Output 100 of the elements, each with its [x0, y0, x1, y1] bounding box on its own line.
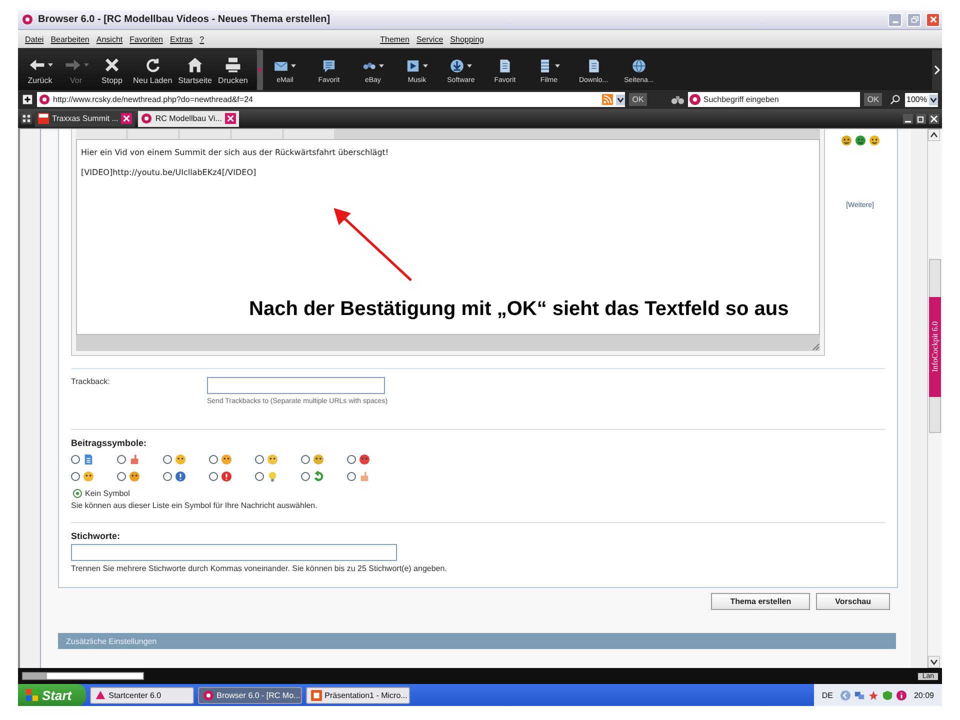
site-icon — [39, 94, 50, 105]
tags-hint: Trennen Sie mehrere Stichworte durch Kommas voneinander. Sie können bis zu 25 Stichwort(e) angeben. — [71, 564, 448, 573]
resize-grip-icon[interactable] — [810, 341, 820, 351]
radio-button[interactable] — [347, 455, 356, 464]
close-icon[interactable] — [929, 114, 939, 124]
smiley-icon[interactable] — [854, 135, 866, 146]
language-indicator[interactable]: DE — [822, 690, 833, 700]
menu-item[interactable]: Ansicht — [96, 34, 123, 44]
radio-button[interactable] — [117, 472, 126, 481]
sidebar-icon[interactable] — [22, 94, 33, 105]
address-field[interactable]: http://www.rcsky.de/newthread.php?do=newthread&f=24 — [37, 92, 626, 107]
close-icon — [928, 15, 938, 24]
binoculars-icon — [670, 94, 684, 105]
window-title: Browser 6.0 - [RC Modellbau Videos - Neues Thema erstellen] — [38, 14, 330, 25]
side-panel-tab[interactable]: InfoCockpit 6.0 — [929, 297, 941, 397]
smiley-icon[interactable] — [840, 135, 852, 146]
zoom-select[interactable]: 100% — [904, 92, 938, 106]
tags-field[interactable] — [71, 544, 397, 561]
menu-item[interactable]: Favoriten — [130, 34, 163, 44]
restore-icon[interactable] — [916, 114, 926, 124]
toolbar-button[interactable]: Neu Laden — [130, 48, 176, 90]
windows-logo-icon — [26, 689, 38, 701]
scroll-up-icon[interactable] — [928, 129, 940, 141]
scroll-right-icon[interactable] — [932, 50, 942, 90]
message-text: [VIDEO]http://youtu.be/UIcllabEKz4[/VIDEO] — [81, 168, 258, 177]
menu-item[interactable]: Bearbeiten — [50, 34, 90, 44]
radio-button[interactable] — [255, 455, 264, 464]
info-icon[interactable] — [896, 690, 907, 700]
dropdown-icon[interactable] — [616, 94, 626, 106]
video-site-icon — [38, 113, 49, 124]
radio-button[interactable] — [71, 455, 80, 464]
tab-overview-icon[interactable] — [21, 113, 32, 124]
toolbar-button[interactable]: Zurück — [22, 48, 58, 90]
message-field[interactable]: Hier ein Vid von einem Summit der sich aus der Rückwärtsfahrt überschlägt! [VIDEO]http://youtu.be/UIcllabEKz4[/VIDEO] Nach der Bestätigung mit „OK“ sieht das Textfeld so aus — [76, 139, 820, 335]
toolbar-button[interactable]: Startseite — [175, 48, 215, 90]
browser-tab[interactable]: Traxxas Summit ... — [35, 110, 136, 126]
radio-button[interactable] — [347, 472, 356, 481]
radio-button[interactable] — [255, 472, 264, 481]
go-button[interactable]: OK — [629, 93, 647, 106]
smiley-icon[interactable] — [868, 135, 880, 146]
radio-button[interactable] — [71, 472, 80, 481]
radio-button[interactable] — [163, 472, 172, 481]
stop-icon — [103, 56, 121, 74]
post-icons-hint: Sie können aus dieser Liste ein Symbol für Ihre Nachricht auswählen. — [71, 501, 318, 510]
message-text: Hier ein Vid von einem Summit der sich aus der Rückwärtsfahrt überschlägt! — [81, 148, 390, 157]
radio-button[interactable] — [163, 455, 172, 464]
shield-icon[interactable] — [882, 690, 893, 700]
printer-icon — [224, 56, 242, 74]
search-engine-icon[interactable] — [688, 92, 704, 107]
taskbar-button[interactable]: Startcenter 6.0 — [90, 686, 194, 704]
caret-icon — [291, 64, 296, 68]
caret-icon — [84, 62, 88, 66]
radio-button[interactable] — [301, 472, 310, 481]
close-tab-icon[interactable] — [121, 113, 132, 124]
network-icon[interactable] — [854, 690, 865, 700]
radio-button[interactable] — [301, 455, 310, 464]
caret-icon — [379, 64, 384, 68]
annotation-text: Nach der Bestätigung mit „OK“ sieht das Textfeld so aus — [249, 298, 789, 321]
star-icon[interactable] — [868, 690, 879, 700]
taskbar-button[interactable]: Präsentation1 - Micro... — [306, 686, 410, 704]
menu-item[interactable]: Themen — [380, 34, 410, 44]
close-tab-icon[interactable] — [224, 113, 236, 124]
taskbar-button[interactable]: Browser 6.0 - [RC Mo... — [198, 686, 302, 704]
home-icon — [186, 56, 204, 74]
dropdown-icon[interactable] — [929, 94, 938, 106]
search-field[interactable]: Suchbegriff eingeben — [703, 92, 860, 107]
radio-button[interactable] — [117, 455, 126, 464]
globe-icon — [630, 58, 647, 74]
toolbar-button[interactable]: Drucken — [214, 48, 251, 90]
trackback-label: Trackback: — [71, 377, 111, 388]
radio-button[interactable] — [209, 472, 218, 481]
scroll-down-icon[interactable] — [928, 656, 940, 668]
reload-icon — [144, 56, 162, 74]
toolbar-button[interactable]: Stopp — [94, 48, 130, 90]
menu-item[interactable]: Shopping — [450, 34, 484, 44]
download-icon — [449, 58, 466, 74]
tags-heading: Stichworte: — [71, 531, 122, 541]
app-icon — [202, 690, 214, 700]
caret-icon — [48, 62, 52, 66]
menu-item[interactable]: Extras — [170, 34, 193, 44]
minimize-icon[interactable] — [903, 114, 913, 124]
search-button[interactable]: OK — [864, 93, 882, 106]
preview-button[interactable]: Vorschau — [816, 593, 890, 610]
scrollbar[interactable]: InfoCockpit 6.0 — [927, 129, 942, 668]
create-topic-button[interactable]: Thema erstellen — [711, 593, 810, 610]
no-icon-label: Kein Symbol — [85, 489, 130, 498]
browser-tab[interactable]: RC Modellbau Vi... — [138, 110, 239, 126]
trackback-field[interactable] — [207, 377, 385, 394]
radio-button[interactable] — [73, 489, 82, 498]
note-icon — [320, 58, 337, 74]
close-button[interactable] — [926, 12, 940, 26]
menu-item[interactable]: Service — [416, 34, 444, 44]
presentation-icon — [310, 690, 322, 700]
menu-item[interactable]: Datei — [25, 34, 44, 44]
menu-item[interactable]: ? — [200, 34, 204, 44]
restore-icon — [910, 15, 918, 24]
scroll-left-icon[interactable] — [256, 50, 263, 90]
caret-icon — [467, 64, 472, 68]
start-button[interactable]: Start — [18, 684, 86, 706]
radio-button[interactable] — [209, 455, 218, 464]
